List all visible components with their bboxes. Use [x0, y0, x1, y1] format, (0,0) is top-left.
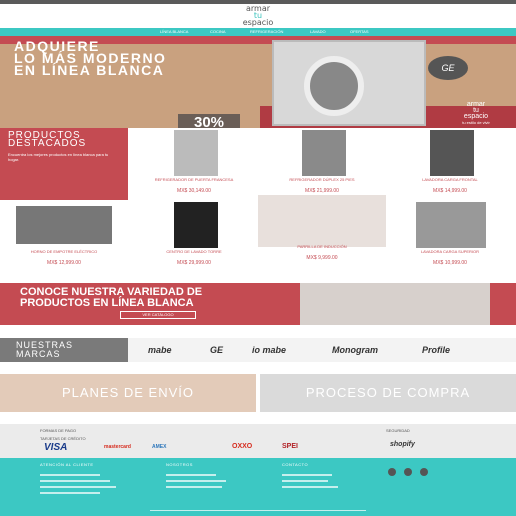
discount-badge: 30% — [178, 114, 240, 128]
product-card[interactable]: REFRIGERADOR DÚPLEX 25 PIES MX$ 21,999.0… — [258, 128, 386, 200]
footer-link[interactable] — [282, 474, 332, 476]
product-card[interactable]: LAVADORA CARGA FRONTAL MX$ 14,999.00 — [386, 128, 514, 200]
brand-logo[interactable]: Monogram — [332, 345, 378, 355]
product-image — [416, 202, 486, 248]
product-card[interactable]: PARRILLA DE INDUCCIÓN MX$ 9,999.00 — [258, 195, 386, 267]
product-card[interactable]: CENTRO DE LAVADO TORRE MX$ 29,999.00 — [130, 200, 258, 272]
hero-title: ADQUIERE LO MÁS MODERNO EN LÍNEA BLANCA — [14, 39, 166, 78]
logo-line3: espacio — [242, 18, 274, 27]
footer: ATENCIÓN AL CLIENTE NOSOTROS CONTACTO — [0, 458, 516, 516]
product-name: LAVADORA CARGA SUPERIOR — [420, 249, 480, 254]
featured-title: PRODUCTOS DESTACADOS — [8, 131, 120, 149]
product-price: MX$ 29,999.00 — [177, 260, 211, 266]
instagram-icon[interactable] — [404, 468, 412, 476]
ge-logo: GE — [428, 56, 468, 80]
facebook-icon[interactable] — [388, 468, 396, 476]
view-catalog-button[interactable]: VER CATÁLOGO — [120, 311, 196, 319]
product-name: REFRIGERADOR DE PUERTA FRANCESA — [154, 177, 234, 182]
footer-link[interactable] — [166, 486, 222, 488]
catalog-title-line2: PRODUCTOS EN LÍNEA BLANCA — [20, 297, 194, 309]
product-name: REFRIGERADOR DÚPLEX 25 PIES — [289, 177, 355, 182]
product-image — [302, 130, 346, 176]
nav-item[interactable]: REFRIGERACIÓN — [250, 29, 283, 34]
product-name: HORNO DE EMPOTRE ELÉCTRICO — [30, 249, 98, 254]
copyright-line — [150, 510, 366, 511]
product-price: MX$ 12,999.00 — [47, 260, 81, 266]
footer-link[interactable] — [166, 474, 216, 476]
product-card[interactable]: REFRIGERADOR DE PUERTA FRANCESA MX$ 30,1… — [130, 128, 258, 200]
featured-title-line2: DESTACADOS — [8, 138, 87, 149]
security-label: SEGURIDAD — [386, 428, 410, 433]
product-name: PARRILLA DE INDUCCIÓN — [297, 244, 347, 249]
footer-link[interactable] — [166, 480, 226, 482]
product-price: MX$ 10,999.00 — [433, 260, 467, 266]
hero-logo: armar tu espacio tu estilo de vivir — [446, 101, 506, 126]
appliances-image — [300, 283, 490, 325]
product-name: CENTRO DE LAVADO TORRE — [166, 249, 222, 254]
product-card[interactable]: LAVADORA CARGA SUPERIOR MX$ 10,999.00 — [386, 200, 514, 272]
product-price: MX$ 9,999.00 — [306, 255, 338, 261]
product-price: MX$ 14,999.00 — [433, 188, 467, 194]
brands-label: NUESTRAS MARCAS — [0, 338, 128, 362]
twitter-icon[interactable] — [420, 468, 428, 476]
nav-item[interactable]: COCINA — [210, 29, 226, 34]
product-name: LAVADORA CARGA FRONTAL — [422, 177, 478, 182]
brand-logo[interactable]: io mabe — [252, 345, 286, 355]
nav-item[interactable]: LAVADO — [310, 29, 326, 34]
product-image — [174, 202, 218, 248]
site-logo[interactable]: armar tu espacio — [226, 5, 290, 27]
payment-title: FORMAS DE PAGO — [40, 428, 77, 433]
catalog-banner[interactable]: CONOCE NUESTRA VARIEDAD DE PRODUCTOS EN … — [0, 283, 516, 325]
oxxo-logo: OXXO — [232, 443, 253, 450]
brand-logo[interactable]: GE — [210, 345, 223, 355]
product-price: MX$ 21,999.00 — [305, 188, 339, 194]
footer-col-title: CONTACTO — [282, 462, 309, 467]
nav-item[interactable]: OFERTAS — [350, 29, 369, 34]
footer-link[interactable] — [40, 492, 100, 494]
amex-logo: AMEX — [152, 444, 167, 450]
payment-section: FORMAS DE PAGO TARJETAS DE CRÉDITO VISA … — [0, 424, 516, 458]
hero-banner[interactable]: ADQUIERE LO MÁS MODERNO EN LÍNEA BLANCA … — [0, 36, 516, 128]
footer-link[interactable] — [40, 480, 110, 482]
mastercard-logo: mastercard — [104, 444, 131, 450]
product-card[interactable]: HORNO DE EMPOTRE ELÉCTRICO MX$ 12,999.00 — [0, 200, 128, 272]
product-image — [16, 206, 112, 244]
nav-item[interactable]: LÍNEA BLANCA — [160, 29, 188, 34]
brand-logo[interactable]: mabe — [148, 345, 172, 355]
brand-logo[interactable]: Profile — [422, 345, 450, 355]
hero-title-line3: EN LÍNEA BLANCA — [14, 62, 165, 78]
brands-label-line2: MARCAS — [16, 349, 61, 359]
visa-logo: VISA — [44, 442, 68, 453]
main-nav: LÍNEA BLANCA COCINA REFRIGERACIÓN LAVADO… — [0, 28, 516, 36]
cards-label: TARJETAS DE CRÉDITO — [40, 436, 86, 441]
featured-products-panel: PRODUCTOS DESTACADOS Encuentra los mejor… — [0, 128, 128, 200]
footer-link[interactable] — [40, 486, 116, 488]
footer-link[interactable] — [282, 480, 328, 482]
purchase-process-panel[interactable]: PROCESO DE COMPRA — [260, 374, 516, 412]
product-image — [174, 130, 218, 176]
footer-link[interactable] — [40, 474, 100, 476]
product-image — [258, 195, 386, 247]
shipping-plans-panel[interactable]: PLANES DE ENVÍO — [0, 374, 256, 412]
brands-bar: NUESTRAS MARCAS mabe GE io mabe Monogram… — [0, 338, 516, 362]
footer-col-title: ATENCIÓN AL CLIENTE — [40, 462, 94, 467]
footer-col-title: NOSOTROS — [166, 462, 193, 467]
shopify-logo: shopify — [390, 441, 415, 448]
spei-logo: SPEI — [282, 443, 298, 450]
washer-image — [272, 40, 426, 126]
catalog-title: CONOCE NUESTRA VARIEDAD DE PRODUCTOS EN … — [20, 287, 202, 309]
hero-tagline: tu estilo de vivir — [462, 120, 490, 125]
featured-desc: Encuentra los mejores productos en línea… — [8, 152, 109, 162]
product-image — [430, 130, 474, 176]
footer-link[interactable] — [282, 486, 338, 488]
product-price: MX$ 30,149.00 — [177, 188, 211, 194]
washer-door — [304, 56, 364, 116]
